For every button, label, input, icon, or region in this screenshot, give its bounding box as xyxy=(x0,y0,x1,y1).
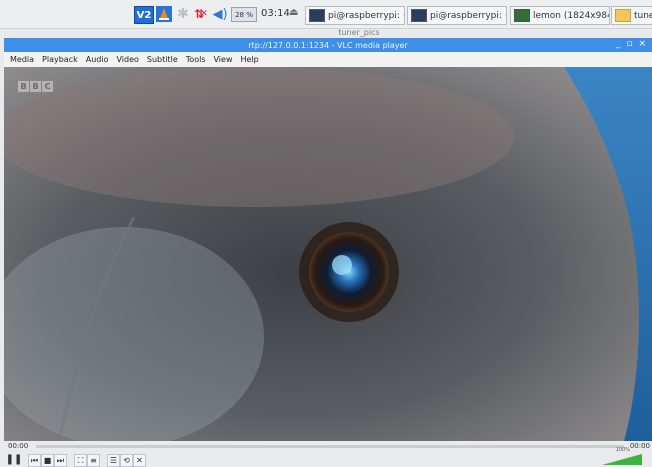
network-disconnected-icon[interactable]: ⇅ ✕ xyxy=(193,6,209,22)
seek-slider[interactable] xyxy=(36,445,624,448)
menu-media[interactable]: Media xyxy=(10,55,34,64)
time-total: 00:00 xyxy=(629,442,650,450)
taskbar-file-manager[interactable]: tuner_p xyxy=(611,6,652,25)
previous-button[interactable]: ⏮ xyxy=(28,454,41,467)
watermark-letter: C xyxy=(42,81,53,92)
shuffle-icon: ✕ xyxy=(136,456,143,465)
vlc-cone-icon[interactable] xyxy=(155,6,173,22)
taskbar: V2 ✱ ⇅ ✕ ◀) 28 % 03:14 ⏏ pi@raspberrypi: … xyxy=(0,0,652,29)
stop-icon: ■ xyxy=(43,456,52,465)
volume-slider[interactable] xyxy=(602,454,642,465)
playlist-icon: ☰ xyxy=(109,456,118,465)
watermark-letter: B xyxy=(30,81,41,92)
cpu-usage-monitor: 28 % xyxy=(231,7,257,22)
time-elapsed: 00:00 xyxy=(8,442,29,450)
fullscreen-button[interactable]: ⛶ xyxy=(74,454,87,467)
cpu-usage-text: 28 % xyxy=(235,10,253,19)
menu-tools[interactable]: Tools xyxy=(186,55,206,64)
vnc-icon[interactable]: V2 xyxy=(134,6,154,24)
playlist-button[interactable]: ☰ xyxy=(107,454,120,467)
minimize-button[interactable]: _ xyxy=(616,39,621,49)
taskbar-terminal-2[interactable]: pi@raspberrypi: ~ xyxy=(407,6,507,25)
next-button[interactable]: ⏭ xyxy=(54,454,67,467)
shuffle-button[interactable]: ✕ xyxy=(133,454,146,467)
pause-button[interactable]: ❚❚ xyxy=(5,454,23,465)
menu-video[interactable]: Video xyxy=(116,55,138,64)
folder-icon xyxy=(615,9,631,22)
terminal-icon xyxy=(411,9,427,22)
loop-button[interactable]: ⟲ xyxy=(120,454,133,467)
task-label: lemon (1824x984) 89... xyxy=(533,10,609,21)
eject-icon[interactable]: ⏏ xyxy=(289,7,298,18)
next-icon: ⏭ xyxy=(56,455,65,465)
speaker-volume-icon[interactable]: ◀) xyxy=(212,6,228,22)
task-label: tuner_p xyxy=(634,10,652,21)
video-display[interactable]: B B C xyxy=(4,67,652,441)
terminal-icon xyxy=(309,9,325,22)
maximize-button[interactable]: ▫ xyxy=(626,39,632,49)
watermark-letter: B xyxy=(18,81,29,92)
volume-percent: 100% xyxy=(615,447,630,453)
menu-subtitle[interactable]: Subtitle xyxy=(147,55,178,64)
equalizer-icon: ≡ xyxy=(90,456,97,465)
menu-playback[interactable]: Playback xyxy=(42,55,78,64)
menu-audio[interactable]: Audio xyxy=(86,55,109,64)
monitor-app-icon xyxy=(514,9,530,22)
video-frame xyxy=(4,67,652,441)
clock: 03:14 xyxy=(261,8,290,19)
taskbar-image-viewer[interactable]: lemon (1824x984) 89... xyxy=(510,6,610,25)
loop-icon: ⟲ xyxy=(123,456,130,465)
task-label: pi@raspberrypi: ~ xyxy=(430,10,507,21)
previous-icon: ⏮ xyxy=(30,455,39,465)
close-button[interactable]: × xyxy=(638,39,646,49)
stop-button[interactable]: ■ xyxy=(41,454,54,467)
taskbar-tooltip: tuner_pics xyxy=(338,28,380,37)
fullscreen-icon: ⛶ xyxy=(77,455,84,465)
seek-row: 00:00 00:00 xyxy=(4,441,652,453)
playback-controls: ❚❚ ⏮ ■ ⏭ ⛶ ≡ ☰ ⟲ ✕ 100% xyxy=(4,447,652,467)
menu-bar: Media Playback Audio Video Subtitle Tool… xyxy=(4,52,652,67)
window-titlebar[interactable]: rtp://127.0.0.1:1234 - VLC media player … xyxy=(4,38,652,52)
taskbar-terminal-1[interactable]: pi@raspberrypi: ~ xyxy=(305,6,405,25)
window-title: rtp://127.0.0.1:1234 - VLC media player xyxy=(248,40,408,50)
pause-icon: ❚❚ xyxy=(5,454,23,465)
task-label: pi@raspberrypi: ~ xyxy=(328,10,405,21)
bluetooth-icon[interactable]: ✱ xyxy=(177,6,189,22)
menu-view[interactable]: View xyxy=(214,55,233,64)
bbc-watermark-logo: B B C xyxy=(18,81,53,92)
menu-help[interactable]: Help xyxy=(240,55,258,64)
extended-settings-button[interactable]: ≡ xyxy=(87,454,100,467)
